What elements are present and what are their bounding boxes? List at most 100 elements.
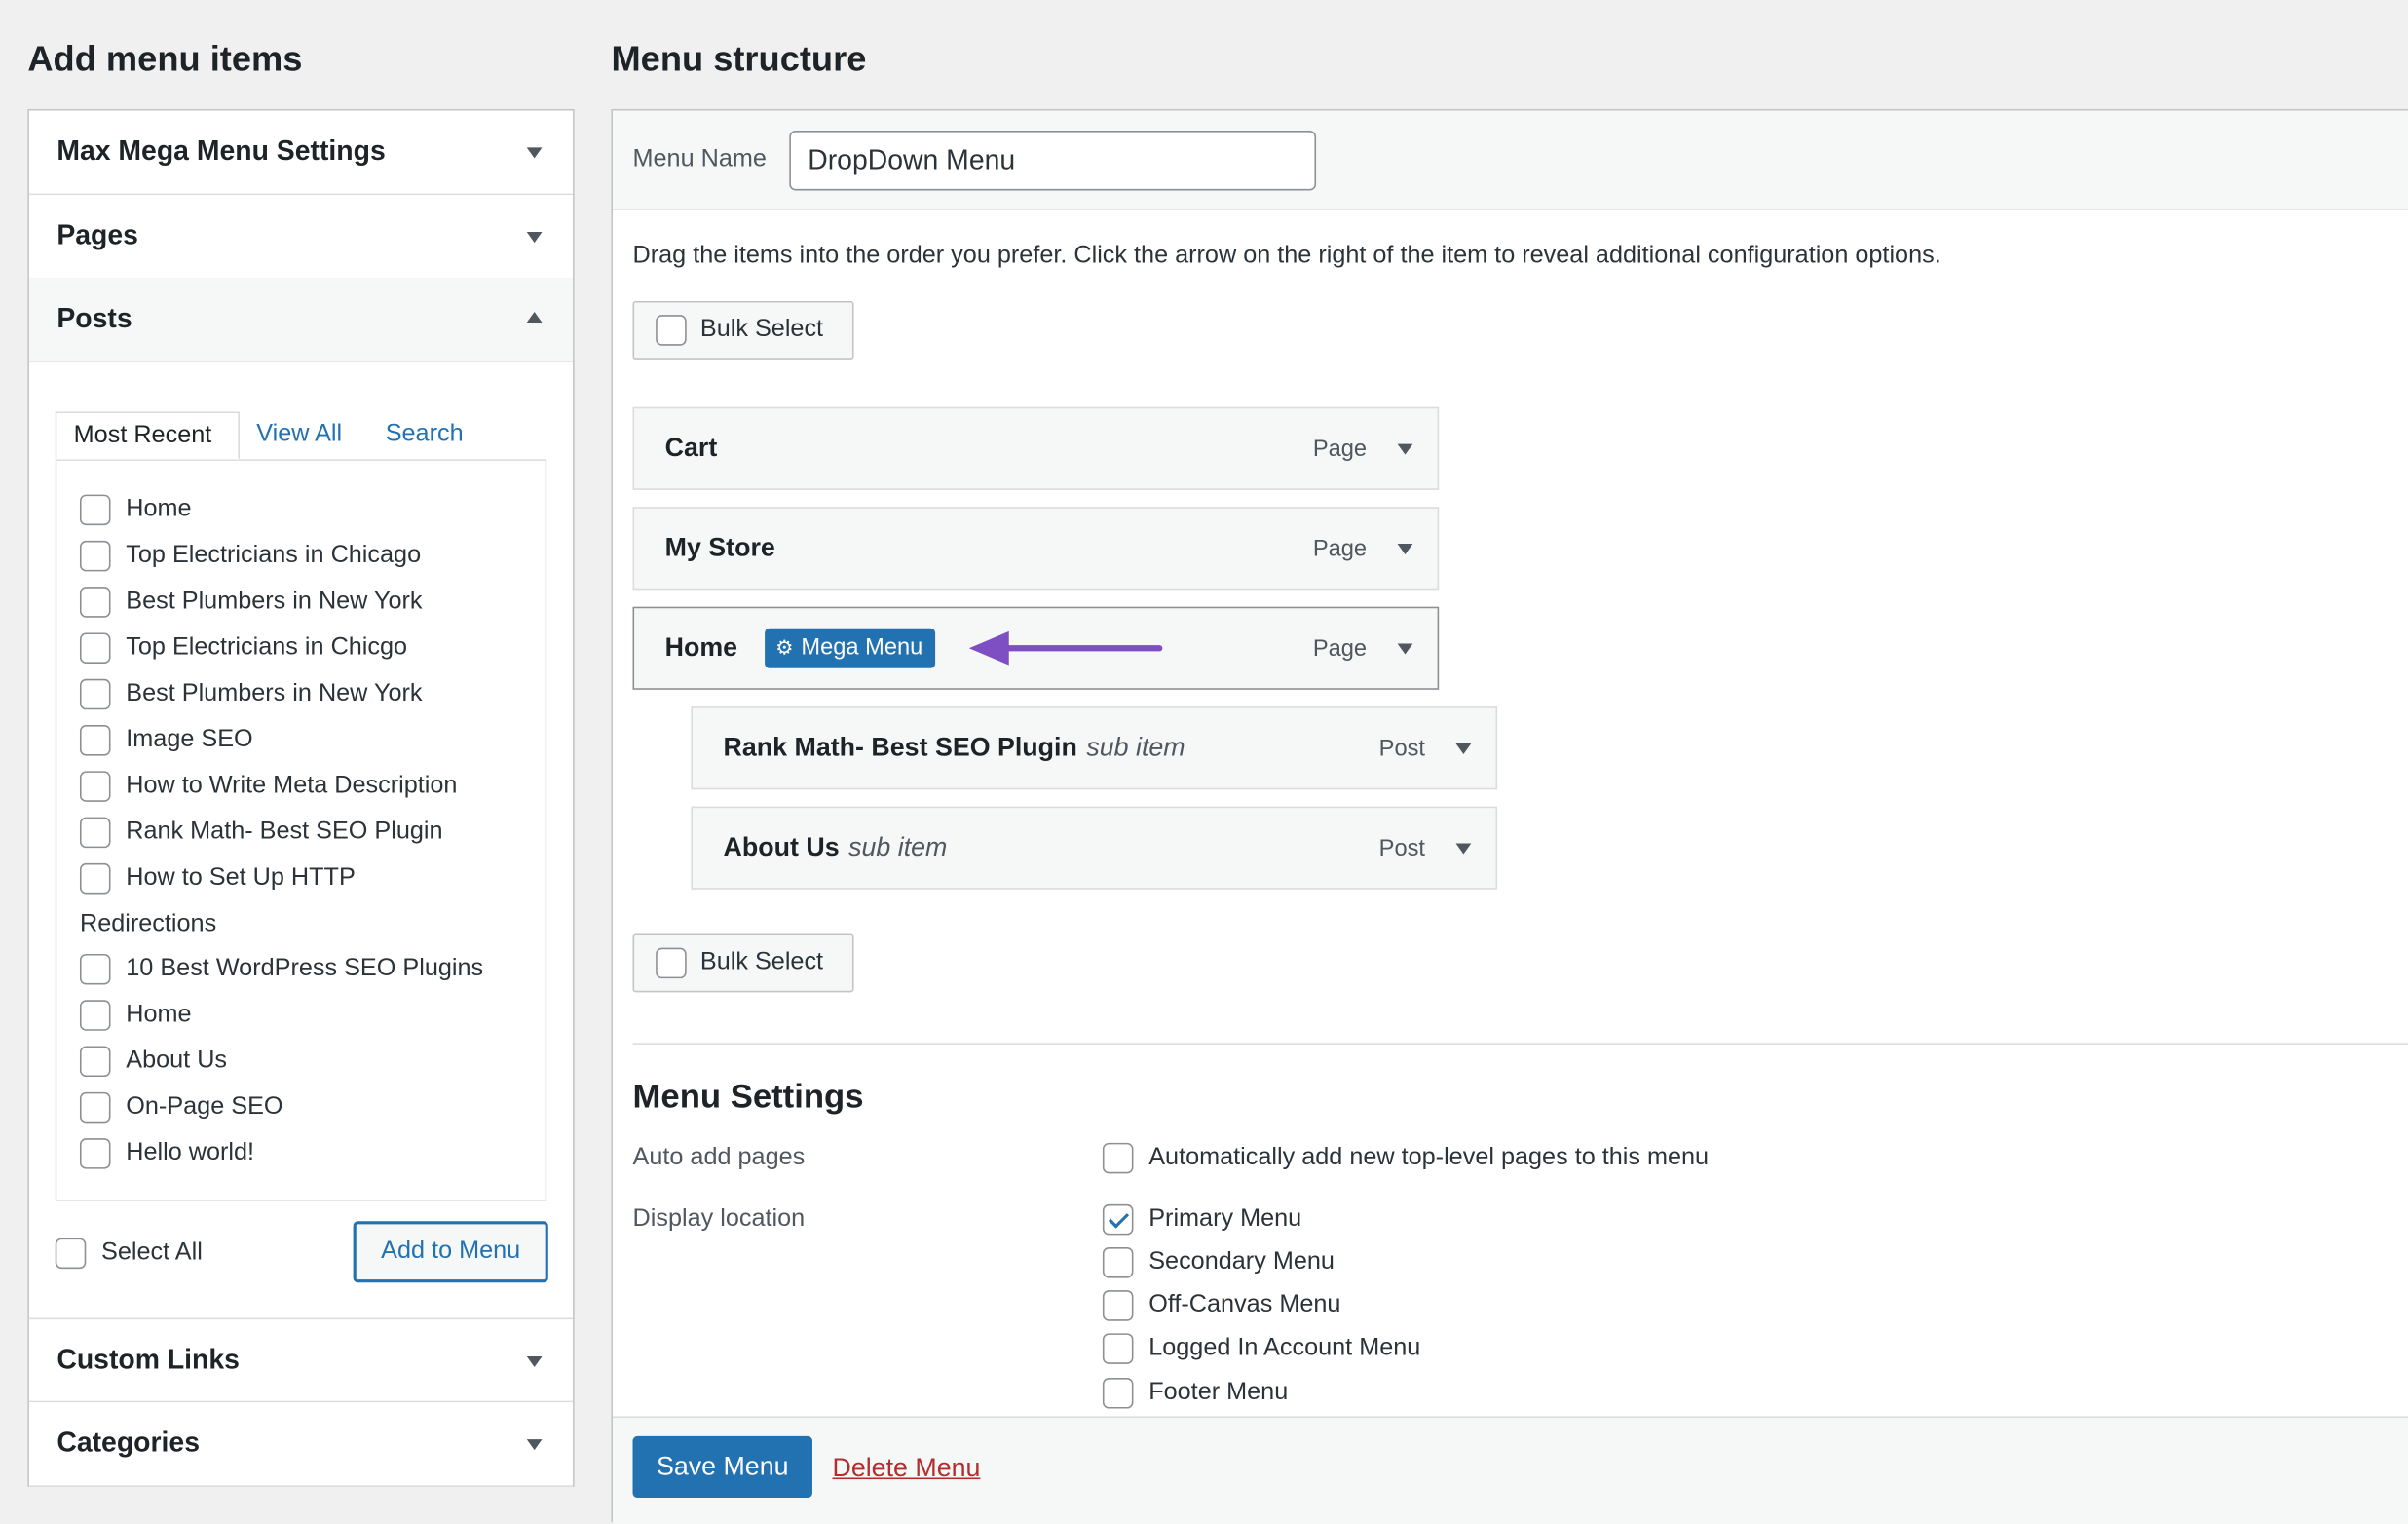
- section-categories[interactable]: Categories: [28, 1402, 574, 1487]
- auto-add-option-label: Automatically add new top-level pages to…: [1148, 1144, 1710, 1171]
- checkbox[interactable]: [79, 494, 111, 526]
- bulk-select-bottom[interactable]: Bulk Select: [632, 933, 854, 993]
- section-max-mega-menu[interactable]: Max Mega Menu Settings: [28, 110, 574, 196]
- mega-menu-button[interactable]: ⚙ Mega Menu: [765, 628, 935, 668]
- bulk-select-top[interactable]: Bulk Select: [632, 300, 854, 360]
- section-title: Pages: [56, 219, 138, 250]
- checkbox[interactable]: [79, 632, 111, 665]
- checkbox[interactable]: [79, 771, 111, 802]
- menu-name-input[interactable]: DropDown Menu: [789, 130, 1317, 191]
- triangle-down-icon[interactable]: [1397, 544, 1413, 555]
- post-label: About Us: [126, 1048, 228, 1074]
- select-all-checkbox[interactable]: [55, 1238, 87, 1270]
- triangle-down-icon[interactable]: [1455, 743, 1472, 755]
- checkbox[interactable]: [79, 862, 111, 895]
- checkbox[interactable]: [79, 1138, 111, 1169]
- tab-view-all[interactable]: View All: [256, 411, 342, 459]
- post-label: 10 Best WordPress SEO Plugins: [126, 955, 484, 982]
- section-title: Categories: [56, 1427, 201, 1459]
- menu-item-title: Rank Math- Best SEO Plugin sub item: [724, 733, 1185, 764]
- location-label: Logged In Account Menu: [1148, 1334, 1421, 1361]
- checkbox[interactable]: [79, 725, 111, 756]
- off-canvas-menu-checkbox[interactable]: [1102, 1290, 1134, 1321]
- menu-item-title: Cart: [664, 433, 718, 463]
- menu-item-my-store[interactable]: My Store Page: [632, 507, 1440, 591]
- post-label: How to Write Meta Description: [126, 772, 458, 799]
- post-label: How to Set Up HTTP: [126, 864, 356, 892]
- checkbox[interactable]: [79, 678, 111, 710]
- menu-item-type: Post: [1378, 736, 1425, 762]
- checkbox[interactable]: [79, 1046, 111, 1078]
- section-title: Posts: [56, 302, 132, 334]
- tab-search[interactable]: Search: [386, 411, 464, 459]
- arrow-left-icon: [968, 630, 1163, 666]
- section-pages[interactable]: Pages: [28, 195, 574, 280]
- menu-item-title: About Us sub item: [724, 832, 948, 863]
- checkbox[interactable]: [79, 540, 111, 572]
- menu-item-home[interactable]: Home ⚙ Mega Menu Page: [632, 606, 1440, 690]
- auto-add-checkbox[interactable]: [1102, 1142, 1134, 1174]
- display-location-label: Display location: [632, 1205, 806, 1233]
- logged-in-account-menu-checkbox[interactable]: [1102, 1333, 1134, 1364]
- menu-item-about-us[interactable]: About Us sub item Post: [691, 806, 1498, 890]
- menu-item-title-text: About Us: [723, 832, 840, 862]
- posts-list: Home Top Electricians in Chicago Best Pl…: [55, 459, 547, 1201]
- section-custom-links[interactable]: Custom Links: [28, 1317, 574, 1403]
- triangle-down-icon: [526, 147, 543, 159]
- sub-item-label: sub item: [1086, 732, 1185, 762]
- save-menu-button[interactable]: Save Menu: [632, 1435, 812, 1498]
- checkbox[interactable]: [79, 817, 111, 849]
- section-title: Max Mega Menu Settings: [56, 134, 386, 167]
- triangle-down-icon: [526, 1355, 543, 1367]
- mega-menu-label: Mega Menu: [801, 634, 923, 661]
- divider: [632, 1043, 2408, 1045]
- bulk-select-label: Bulk Select: [699, 949, 824, 976]
- post-label: Best Plumbers in New York: [126, 588, 423, 615]
- bulk-select-checkbox[interactable]: [656, 947, 687, 979]
- post-label: Rank Math- Best SEO Plugin: [126, 819, 443, 846]
- footer-menu-checkbox[interactable]: [1102, 1378, 1134, 1409]
- menu-item-type: Page: [1312, 635, 1368, 663]
- menu-name-bar: Menu Name DropDown Menu: [613, 110, 2408, 210]
- menu-item-title: My Store: [664, 533, 775, 562]
- location-label: Secondary Menu: [1148, 1248, 1335, 1276]
- checkbox[interactable]: [79, 1000, 111, 1031]
- add-items-accordion: Max Mega Menu Settings Pages Posts Most …: [27, 108, 575, 1487]
- checkbox[interactable]: [79, 587, 111, 618]
- secondary-menu-checkbox[interactable]: [1102, 1247, 1134, 1278]
- triangle-down-icon[interactable]: [1455, 843, 1472, 855]
- post-label: Home: [126, 1001, 192, 1028]
- post-label: Redirections: [79, 910, 217, 937]
- checkbox[interactable]: [79, 953, 111, 985]
- menu-item-cart[interactable]: Cart Page: [632, 406, 1440, 490]
- menu-item-rank-math[interactable]: Rank Math- Best SEO Plugin sub item Post: [691, 706, 1498, 790]
- primary-menu-checkbox[interactable]: [1102, 1203, 1134, 1236]
- triangle-up-icon: [526, 312, 543, 324]
- location-label: Footer Menu: [1148, 1379, 1289, 1406]
- bulk-select-label: Bulk Select: [699, 316, 824, 343]
- menu-structure-title: Menu structure: [611, 38, 867, 79]
- post-label: Top Electricians in Chicgo: [126, 634, 408, 661]
- triangle-down-icon: [526, 232, 543, 244]
- delete-menu-link[interactable]: Delete Menu: [832, 1453, 980, 1484]
- add-menu-items-title: Add menu items: [27, 38, 303, 79]
- location-label: Off-Canvas Menu: [1148, 1291, 1341, 1318]
- bulk-select-checkbox[interactable]: [656, 315, 687, 346]
- instructions-text: Drag the items into the order you prefer…: [632, 243, 1941, 269]
- auto-add-label: Auto add pages: [632, 1144, 806, 1171]
- tab-most-recent[interactable]: Most Recent: [55, 411, 240, 460]
- triangle-down-icon[interactable]: [1397, 643, 1413, 655]
- triangle-down-icon[interactable]: [1397, 443, 1413, 455]
- checkbox[interactable]: [79, 1091, 111, 1124]
- select-all-label: Select All: [101, 1239, 203, 1266]
- post-label: Image SEO: [126, 726, 253, 753]
- menu-item-type: Page: [1312, 436, 1368, 463]
- section-posts[interactable]: Posts: [28, 278, 574, 363]
- menu-name-label: Menu Name: [632, 145, 767, 172]
- post-label: On-Page SEO: [126, 1093, 283, 1121]
- location-label: Primary Menu: [1148, 1205, 1302, 1233]
- post-label: Top Electricians in Chicago: [126, 542, 422, 569]
- menu-item-title-text: Rank Math- Best SEO Plugin: [723, 732, 1077, 762]
- add-to-menu-button[interactable]: Add to Menu: [353, 1221, 548, 1283]
- post-label: Hello world!: [126, 1139, 255, 1166]
